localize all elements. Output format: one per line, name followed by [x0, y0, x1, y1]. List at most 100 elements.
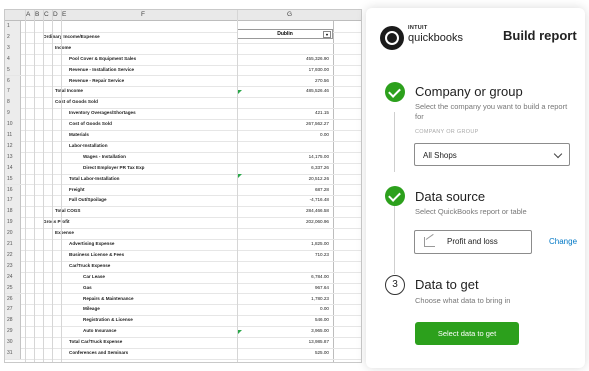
row-label: Car/Truck Expense — [69, 262, 111, 268]
row-value: 267,562.27 — [306, 121, 329, 127]
row-number[interactable]: 22 — [5, 249, 21, 261]
column-gridline — [43, 10, 44, 362]
row-value: 546.00 — [314, 317, 329, 323]
step1-check-icon — [385, 82, 405, 102]
step-connector — [394, 112, 395, 172]
row-number[interactable]: 17 — [5, 195, 21, 207]
row-number[interactable]: 29 — [5, 326, 21, 338]
row-value: 1,780.23 — [311, 295, 329, 301]
cell-comment-marker — [238, 174, 242, 178]
select-data-button[interactable]: Select data to get — [415, 322, 519, 345]
row-label: Total Labor-Installation — [69, 175, 120, 181]
row-number[interactable]: 15 — [5, 173, 21, 185]
row-value: 421.15 — [314, 110, 329, 116]
row-number[interactable]: 14 — [5, 162, 21, 174]
row-value: 6,337.26 — [311, 164, 329, 170]
row-value: 20,512.26 — [308, 175, 329, 181]
row-label: Advertising Expense — [69, 241, 115, 246]
spreadsheet: A B C D E F G 1 2 Ordinary Income/Expense 3… — [4, 9, 362, 363]
column-gridline — [34, 10, 35, 362]
row-label: Revenue - Repair Service — [69, 77, 125, 83]
row-number[interactable]: 9 — [5, 108, 21, 120]
brand-intuit: INTUIT — [408, 25, 428, 31]
row-value: 202,060.96 — [306, 219, 329, 225]
row-value: 687.28 — [314, 186, 329, 192]
company-select-value: All Shops — [423, 151, 457, 160]
table-row[interactable]: 31 Conferences and Seminars 525.00 — [5, 348, 361, 360]
row-label: Freight — [69, 186, 85, 192]
col-header-a[interactable]: A — [26, 10, 30, 20]
row-number[interactable]: 24 — [5, 271, 21, 283]
step3-number: 3 — [385, 275, 405, 295]
row-number[interactable]: 31 — [5, 348, 21, 359]
row-label: Auto Insurance — [83, 328, 117, 334]
row-number[interactable]: 7 — [5, 86, 21, 98]
col-header-c[interactable]: C — [44, 10, 49, 20]
row-number[interactable]: 21 — [5, 239, 21, 250]
step2-title: Data source — [415, 189, 486, 204]
step1-desc: Select the company you want to build a r… — [415, 102, 568, 121]
row-number[interactable]: 12 — [5, 140, 21, 152]
change-link[interactable]: Change — [549, 237, 577, 246]
row-label: Business License & Fees — [69, 251, 125, 257]
col-header-b[interactable]: B — [35, 10, 39, 20]
filter-dropdown-icon[interactable]: ▾ — [323, 31, 331, 38]
row-number[interactable]: 1 — [5, 21, 21, 32]
row-label: Revenue - Installation Service — [69, 66, 135, 72]
col-header-e[interactable]: E — [62, 10, 66, 20]
col-header-d[interactable]: D — [53, 10, 58, 20]
row-label: Fall Out/Spoilage — [69, 197, 107, 203]
row-number[interactable]: 18 — [5, 206, 21, 218]
row-number[interactable]: 23 — [5, 260, 21, 272]
row-label: Total Car/Truck Expense — [69, 339, 123, 345]
row-number[interactable]: 5 — [5, 64, 21, 76]
row-number[interactable]: 19 — [5, 217, 21, 229]
column-gridline — [52, 10, 53, 362]
row-number[interactable]: 20 — [5, 228, 21, 239]
row-label: Direct Employer PR Tax Exp — [83, 164, 145, 170]
col-header-g[interactable]: G — [287, 10, 292, 20]
row-number[interactable]: 27 — [5, 304, 21, 316]
row-label: Materials — [69, 132, 89, 137]
step2-check-icon — [385, 186, 405, 206]
row-number[interactable]: 10 — [5, 119, 21, 130]
row-label: Inventory Overages/Shortages — [69, 110, 136, 116]
row-value: 6,784.00 — [311, 273, 329, 279]
company-select[interactable]: All Shops — [414, 143, 570, 166]
chevron-down-icon — [553, 149, 563, 159]
row-label: Labor-Installation — [69, 142, 108, 148]
row-number[interactable]: 26 — [5, 293, 21, 305]
row-number[interactable]: 13 — [5, 151, 21, 163]
row-number[interactable]: 16 — [5, 184, 21, 196]
row-label: Conferences and Seminars — [69, 350, 129, 355]
row-label: Registration & License — [83, 317, 133, 323]
row-value: 1,825.00 — [311, 241, 329, 246]
row-number[interactable]: 11 — [5, 130, 21, 141]
row-number[interactable]: 30 — [5, 337, 21, 348]
row-number[interactable]: 2 — [5, 31, 21, 43]
column-gridline — [237, 10, 238, 362]
brand-name: quickbooks — [408, 32, 464, 44]
column-gridline — [25, 10, 26, 362]
row-value: 710.23 — [314, 251, 329, 257]
step3-title: Data to get — [415, 277, 479, 292]
row-label: Wages - Installation — [83, 153, 126, 159]
row-number[interactable]: 8 — [5, 97, 21, 109]
row-value: 270.56 — [314, 77, 329, 83]
row-number[interactable]: 3 — [5, 42, 21, 54]
row-number[interactable]: 4 — [5, 53, 21, 65]
col-header-f[interactable]: F — [141, 10, 145, 20]
row-label: Gross Profit — [43, 219, 70, 225]
location-header-cell[interactable]: Dublin ▾ — [237, 29, 333, 39]
cell-comment-marker — [238, 330, 242, 334]
row-number[interactable]: 28 — [5, 315, 21, 327]
row-number[interactable]: 6 — [5, 75, 21, 87]
row-label: Pool Cover & Equipment Sales — [69, 55, 137, 61]
row-number[interactable]: 25 — [5, 282, 21, 294]
row-value: 0.00 — [320, 306, 329, 312]
build-report-panel: INTUIT quickbooks Build report Company o… — [366, 8, 585, 368]
data-source-box[interactable]: Profit and loss — [414, 230, 532, 254]
column-gridline — [61, 10, 62, 362]
cell-comment-marker — [238, 90, 242, 94]
row-value: 13,985.87 — [308, 339, 329, 345]
